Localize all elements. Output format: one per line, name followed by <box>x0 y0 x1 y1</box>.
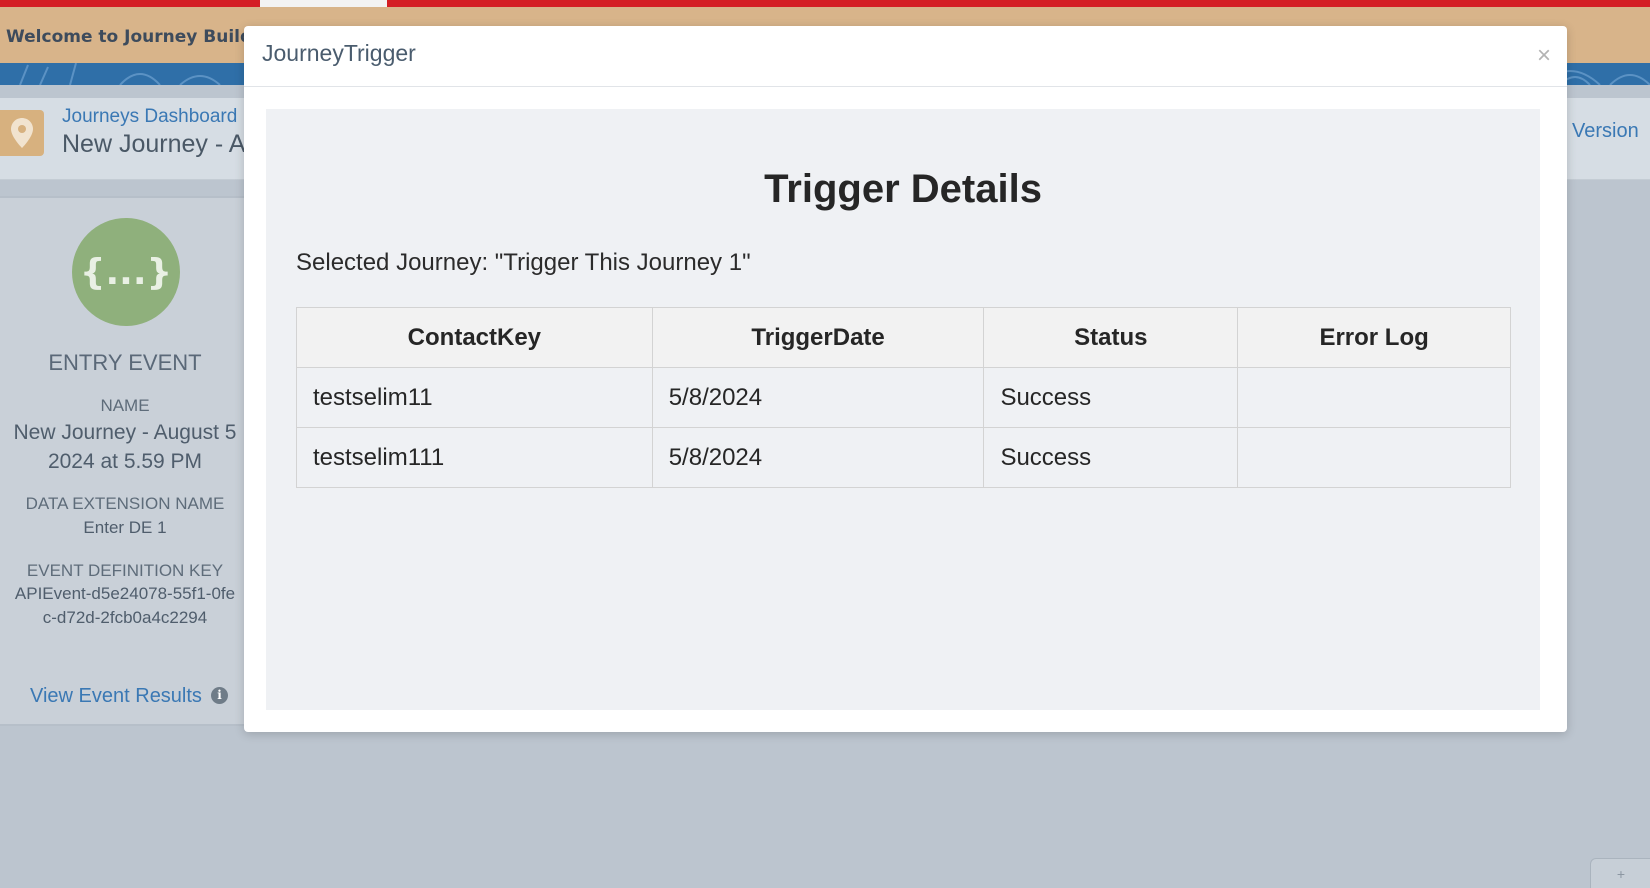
column-header-contactkey: ContactKey <box>296 307 653 368</box>
entry-event-panel: {...} ENTRY EVENT NAME New Journey - Aug… <box>0 196 245 726</box>
event-definition-key-value: APIEvent-d5e24078-55f1-0fec-d72d-2fcb0a4… <box>14 584 236 627</box>
cell-contactkey: testselim111 <box>296 427 653 488</box>
entry-event-title: ENTRY EVENT <box>48 350 202 375</box>
data-extension-label: DATA EXTENSION NAME <box>25 494 225 513</box>
table-row: testselim111 5/8/2024 Success <box>296 427 1511 488</box>
selected-journey-text: Selected Journey: "Trigger This Journey … <box>296 249 751 276</box>
cell-error-log <box>1237 427 1511 488</box>
active-browser-tab-marker <box>260 0 387 7</box>
cell-status: Success <box>983 427 1239 488</box>
modal-header: JourneyTrigger × <box>244 26 1567 87</box>
location-pin-icon <box>0 110 44 156</box>
cell-error-log <box>1237 367 1511 428</box>
modal-body: Trigger Details Selected Journey: "Trigg… <box>266 109 1540 710</box>
api-event-icon[interactable]: {...} <box>72 218 180 326</box>
trigger-details-heading: Trigger Details <box>764 167 1042 211</box>
column-header-triggerdate: TriggerDate <box>651 307 985 368</box>
name-label: NAME <box>100 396 150 415</box>
welcome-text: Welcome to Journey Builder <box>6 27 273 47</box>
column-header-error-log: Error Log <box>1237 307 1511 368</box>
cell-status: Success <box>983 367 1239 428</box>
column-header-status: Status <box>983 307 1239 368</box>
table-row: testselim11 5/8/2024 Success <box>296 367 1511 428</box>
close-button[interactable]: × <box>1532 42 1556 70</box>
trigger-details-table: ContactKey TriggerDate Status Error Log … <box>296 307 1511 488</box>
breadcrumb-journeys-dashboard[interactable]: Journeys Dashboard <box>62 106 237 128</box>
modal-title: JourneyTrigger <box>262 40 416 66</box>
top-accent-strip <box>0 0 1650 7</box>
corner-expand-tab[interactable]: + <box>1590 858 1650 888</box>
cell-triggerdate: 5/8/2024 <box>651 427 985 488</box>
cell-contactkey: testselim11 <box>296 367 653 428</box>
cell-triggerdate: 5/8/2024 <box>651 367 985 428</box>
table-header-row: ContactKey TriggerDate Status Error Log <box>296 307 1511 368</box>
event-definition-key-label: EVENT DEFINITION KEY <box>26 561 224 580</box>
view-event-results-link[interactable]: View Event Results <box>30 685 202 708</box>
data-extension-value: Enter DE 1 <box>83 518 167 537</box>
name-value: New Journey - August 5 2024 at 5.59 PM <box>13 421 237 474</box>
version-link[interactable]: Version <box>1572 120 1639 143</box>
info-icon[interactable]: i <box>211 687 228 704</box>
journey-trigger-modal: JourneyTrigger × Trigger Details Selecte… <box>244 26 1567 732</box>
